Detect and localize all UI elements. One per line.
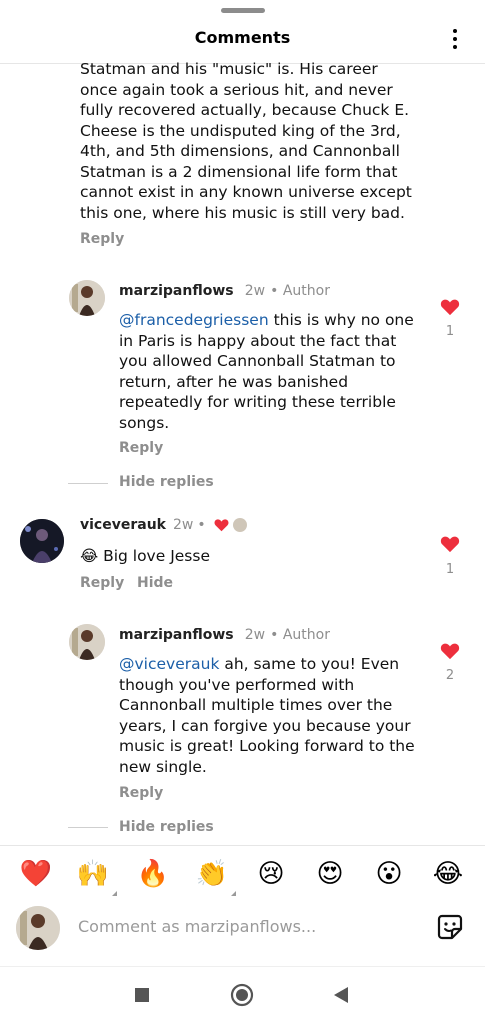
dot-separator: • (270, 627, 283, 643)
hide-replies-button[interactable]: Hide replies (119, 819, 214, 835)
tears-of-joy-emoji-button[interactable]: 😂 (430, 858, 466, 890)
heart-icon[interactable] (440, 535, 460, 553)
author-badge: Author (282, 627, 330, 643)
back-icon[interactable] (333, 986, 349, 1004)
hide-button[interactable]: Hide (137, 575, 173, 591)
raising-hands-emoji-button[interactable]: 🙌 (75, 858, 111, 890)
username[interactable]: marzipanflows (119, 627, 234, 643)
comment-meta: viceverauk 2w • (80, 517, 247, 533)
dot-separator: • (197, 517, 206, 533)
author-liked-heart-icon (214, 519, 229, 532)
surprised-face-emoji-button[interactable]: 😮 (371, 858, 407, 890)
hide-replies-divider (68, 483, 108, 484)
like-count: 1 (445, 562, 455, 577)
comment-line: new single. (119, 757, 207, 776)
comment-line: years, I can forgive you because your (119, 716, 411, 735)
comment-line: music is great! Looking forward to the (119, 737, 415, 755)
comment-text: @francedegriessen this is why no one in … (119, 310, 429, 433)
comment-line: ah, same to you! Even (224, 655, 400, 673)
home-icon[interactable] (230, 983, 254, 1007)
comment-line: Statman and his "music" is. His career (80, 60, 378, 78)
comment-line: Statman is a 2 dimensional life form tha… (80, 162, 398, 181)
comment-line: songs. (119, 413, 170, 432)
comment-meta: marzipanflows 2w • Author (119, 624, 330, 643)
page-title: Comments (194, 28, 291, 47)
laughing-emoji-icon: 😂 (80, 547, 99, 565)
comment-line: cannot exist in any known universe excep… (80, 183, 412, 201)
drag-handle[interactable] (221, 8, 265, 13)
heart-icon[interactable] (440, 298, 460, 316)
reply-button[interactable]: Reply (119, 785, 163, 801)
comment-line: return, after he was banished (119, 372, 349, 391)
comment-text: @viceverauk ah, same to you! Even though… (119, 654, 429, 777)
red-heart-emoji-button[interactable]: ❤️ (18, 858, 54, 890)
avatar[interactable] (69, 280, 105, 316)
avatar[interactable] (69, 624, 105, 660)
reactions-divider (0, 845, 485, 846)
heart-eyes-emoji-button[interactable]: 😍 (312, 858, 348, 890)
skin-tone-indicator-icon (112, 891, 117, 896)
hide-replies-button[interactable]: Hide replies (119, 474, 214, 490)
nav-divider (0, 966, 485, 967)
crying-face-emoji-button[interactable]: 😢 (253, 858, 289, 890)
hide-replies-divider (68, 827, 108, 828)
comment-line: Cannonball multiple times over the (119, 696, 393, 714)
username[interactable]: marzipanflows (119, 283, 234, 299)
comment-text: 😂 Big love Jesse (80, 546, 210, 567)
avatar[interactable] (20, 519, 64, 563)
comment-line: once again took a serious hit, and never (80, 80, 393, 99)
timestamp: 2w (244, 627, 266, 643)
username[interactable]: viceverauk (80, 517, 166, 533)
comment-line: this is why no one (273, 311, 414, 329)
mention-link[interactable]: @viceverauk (119, 655, 219, 673)
comment-line: Cheese is the undisputed king of the 3rd… (80, 121, 401, 140)
more-options-icon[interactable] (448, 27, 462, 51)
mention-link[interactable]: @francedegriessen (119, 311, 269, 329)
author-badge: Author (282, 283, 330, 299)
timestamp: 2w (172, 517, 194, 533)
reply-button[interactable]: Reply (119, 440, 163, 456)
like-count: 2 (445, 668, 455, 683)
comment-input[interactable]: Comment as marzipanflows... (78, 917, 316, 936)
author-avatar-mini (232, 518, 247, 532)
comment-line: Big love Jesse (103, 547, 210, 565)
reply-button[interactable]: Reply (80, 231, 124, 247)
skin-tone-indicator-icon (231, 891, 236, 896)
comment-line: 4th, and 5th dimensions, and Cannonball (80, 142, 400, 160)
clapping-hands-emoji-button[interactable]: 👏 (194, 858, 230, 890)
comment-line: you allowed Cannonball Statman to (119, 352, 396, 370)
fire-emoji-button[interactable]: 🔥 (135, 858, 171, 890)
comment-line: in Paris is happy about the fact that (119, 331, 397, 350)
comment-meta: marzipanflows 2w • Author (119, 280, 330, 299)
dot-separator: • (270, 283, 283, 299)
comment-line: though you've performed with (119, 675, 355, 694)
current-user-avatar (16, 906, 60, 950)
comment-line: repeatedly for writing these terrible (119, 393, 396, 411)
timestamp: 2w (244, 283, 266, 299)
sticker-icon[interactable] (436, 913, 464, 941)
recents-icon[interactable] (135, 988, 149, 1002)
comment-text: Statman and his "music" is. His career o… (80, 59, 475, 223)
like-count: 1 (445, 324, 455, 339)
reply-button[interactable]: Reply (80, 575, 124, 591)
heart-icon[interactable] (440, 642, 460, 660)
comment-line: fully recovered actually, because Chuck … (80, 101, 410, 119)
comment-line: this one, where his music is still very … (80, 203, 405, 222)
